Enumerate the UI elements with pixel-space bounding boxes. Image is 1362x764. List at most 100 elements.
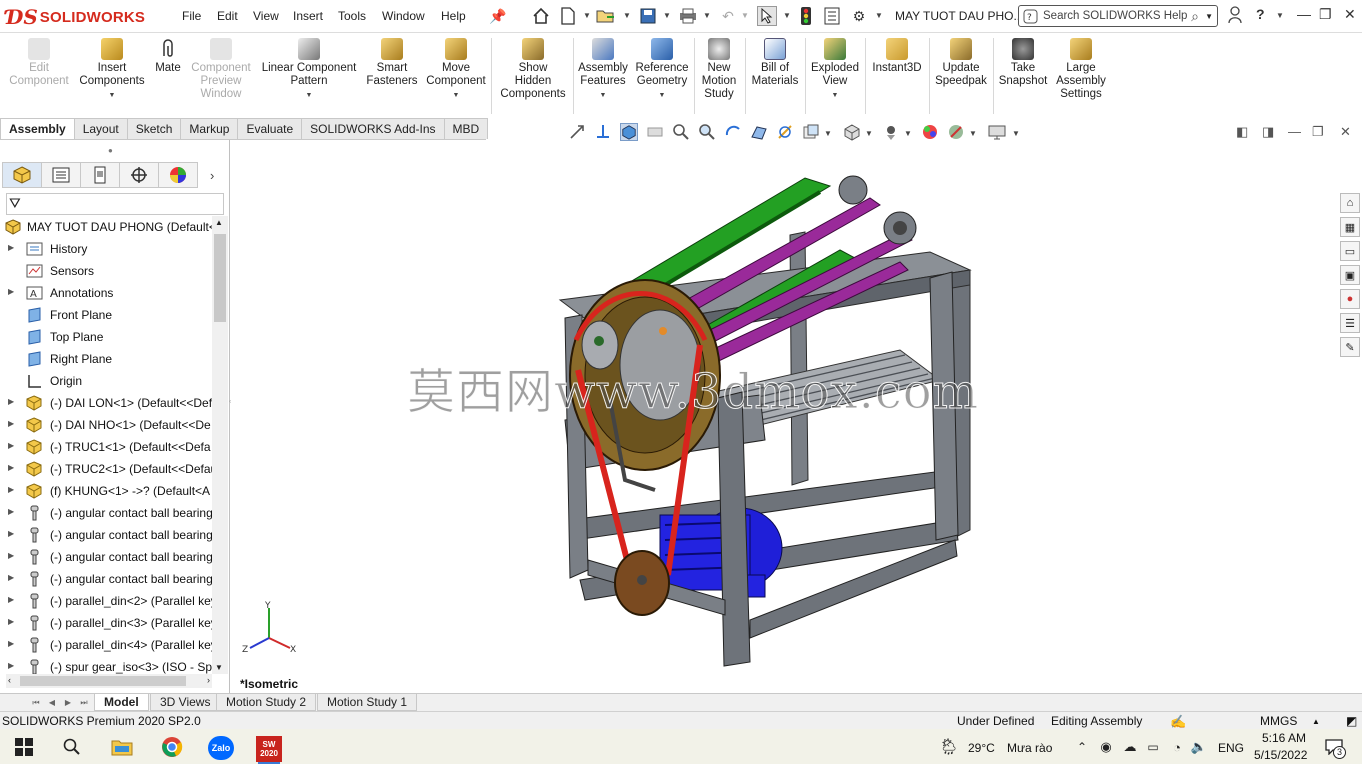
open-dropdown-icon[interactable]: ▼ [623,11,631,20]
tree-item[interactable]: ▶ (-) TRUC1<1> (Default<<Defa [0,436,212,458]
minimize-window-icon[interactable]: — [1297,6,1311,22]
menu-help[interactable]: Help [441,9,466,23]
next-tab-icon[interactable]: ▶ [60,695,76,710]
menu-view[interactable]: View [253,9,279,23]
exploded-view-dropdown-icon[interactable]: ▼ [808,89,862,102]
tab-layout[interactable]: Layout [73,118,128,139]
tree-item[interactable]: Right Plane [0,348,212,370]
previous-view-icon[interactable] [594,123,612,141]
lights-cameras-icon[interactable] [882,123,900,141]
viewport-minimize-icon[interactable]: — [1288,124,1301,139]
last-tab-icon[interactable]: ⏭ [76,695,92,710]
edit-appearance-icon[interactable] [802,123,820,141]
dimxpertmanager-tab-icon[interactable] [119,162,159,188]
battery-icon[interactable]: ▭ [1141,736,1165,758]
onedrive-cloud-icon[interactable]: ☁ [1118,736,1142,758]
scroll-down-icon[interactable]: ▼ [215,663,223,672]
tree-item[interactable]: ▶ (-) angular contact ball bearing [0,546,212,568]
expand-arrow-icon[interactable]: ▶ [8,507,14,516]
user-account-icon[interactable] [1228,6,1242,27]
viewport-close-icon[interactable]: ✕ [1340,124,1351,140]
tree-hscroll-thumb[interactable] [20,676,186,686]
tab-3d-views[interactable]: 3D Views [150,694,221,711]
tree-item[interactable]: ▶ (-) angular contact ball bearing [0,524,212,546]
tree-item[interactable]: ▶ (-) angular contact ball bearing [0,568,212,590]
zoom-to-fit-icon[interactable] [620,123,638,141]
show-hidden-components-button[interactable]: Show Hidden Components [496,38,570,101]
expand-arrow-icon[interactable]: ▶ [8,529,14,538]
expand-arrow-icon[interactable]: ▶ [8,397,14,406]
tab-motion-study-2[interactable]: Motion Study 2 [216,694,317,711]
first-tab-icon[interactable]: ⏮ [28,695,44,710]
tab-assembly[interactable]: Assembly [0,118,75,139]
unit-system-dropdown-icon[interactable]: ▲ [1312,717,1320,726]
tab-sketch[interactable]: Sketch [126,118,182,139]
pin-icon[interactable]: 📌 [488,6,508,26]
zoom-in-out-icon[interactable] [698,123,716,141]
tree-vertical-scrollbar[interactable]: ▲ ▼ [212,216,228,674]
taskbar-search-icon[interactable] [60,736,84,758]
view-cube-dropdown-icon[interactable]: ▼ [865,129,873,138]
expand-arrow-icon[interactable]: ▶ [8,287,14,296]
view-cube-icon[interactable] [843,123,861,141]
custom-properties-icon[interactable]: ☰ [1340,313,1360,333]
tree-scroll-thumb[interactable] [214,234,226,322]
tree-item[interactable]: ▶ (-) parallel_din<3> (Parallel key [0,612,212,634]
menu-file[interactable]: File [182,9,201,23]
solidworks-logo[interactable]: ƊS SOLIDWORKS [6,3,156,31]
wifi-icon[interactable]: ◔ [1165,736,1189,758]
linear-pattern-dropdown-icon[interactable]: ▼ [258,89,360,102]
file-properties-icon[interactable] [822,6,842,26]
volume-icon[interactable]: 🔈 [1187,736,1211,758]
tree-item[interactable]: ▶ (-) DAI NHO<1> (Default<<De [0,414,212,436]
new-motion-study-button[interactable]: New Motion Study [697,38,741,101]
instant3d-button[interactable]: Instant3D [868,38,926,75]
menu-edit[interactable]: Edit [217,9,238,23]
move-component-dropdown-icon[interactable]: ▼ [424,89,488,102]
menu-tools[interactable]: Tools [338,9,366,23]
viewport-restore-icon[interactable]: ❐ [1312,124,1324,140]
show-hidden-icons-chevron-icon[interactable]: ⌃ [1070,736,1094,758]
appearances-scenes-icon[interactable]: ● [1340,289,1360,309]
tree-item[interactable]: ▶ (f) KHUNG<1> ->? (Default<A [0,480,212,502]
panel-grip-icon[interactable]: ● [108,146,113,155]
rebuild-traffic-light-icon[interactable] [796,6,816,26]
search-scope-icon[interactable]: ? [1023,9,1038,24]
realview-dropdown-icon[interactable]: ▼ [969,129,977,138]
lights-dropdown-icon[interactable]: ▼ [904,129,912,138]
tree-item[interactable]: ▶ A Annotations [0,282,212,304]
scroll-left-icon[interactable]: ‹ [8,675,11,685]
quick-tips-icon[interactable]: ◩ [1346,714,1357,728]
clock-time[interactable]: 5:16 AM [1256,731,1306,745]
assembly-features-button[interactable]: Assembly Features ▼ [575,38,631,102]
save-icon[interactable] [638,6,658,26]
appearance-dropdown-icon[interactable]: ▼ [824,129,832,138]
mate-button[interactable]: Mate [150,38,186,75]
display-dropdown-icon[interactable]: ▼ [1012,129,1020,138]
tab-motion-study-1[interactable]: Motion Study 1 [317,694,418,711]
insert-components-button[interactable]: Insert Components ▼ [76,38,148,102]
hide-show-items-icon[interactable] [776,123,794,141]
move-component-button[interactable]: Move Component ▼ [424,38,488,102]
rebuild-status-icon[interactable]: ✍ [1170,714,1186,730]
displaymanager-tab-icon[interactable] [158,162,198,188]
open-folder-icon[interactable] [596,6,616,26]
options-gear-icon[interactable]: ⚙ [849,6,869,26]
reference-geometry-button[interactable]: Reference Geometry ▼ [632,38,692,102]
expand-arrow-icon[interactable]: ▶ [8,243,14,252]
reference-geometry-dropdown-icon[interactable]: ▼ [632,89,692,102]
propertymanager-tab-icon[interactable] [41,162,81,188]
select-dropdown-icon[interactable]: ▼ [783,11,791,20]
zoom-area-icon[interactable] [672,123,690,141]
unit-system[interactable]: MMGS [1260,714,1297,728]
expand-arrow-icon[interactable]: ▶ [8,617,14,626]
tree-item[interactable]: ▶ (-) angular contact ball bearing [0,502,212,524]
expand-arrow-icon[interactable]: ▶ [8,639,14,648]
configurationmanager-tab-icon[interactable] [80,162,120,188]
linear-component-pattern-button[interactable]: Linear Component Pattern ▼ [258,38,360,102]
rotate-view-icon[interactable] [724,123,742,141]
tree-item[interactable]: ▶ (-) parallel_din<2> (Parallel key [0,590,212,612]
tree-item[interactable]: ▶ (-) DAI LON<1> (Default<<Def [0,392,212,414]
scroll-up-icon[interactable]: ▲ [215,218,223,227]
tree-item[interactable]: ▶ (-) TRUC2<1> (Default<<Defau [0,458,212,480]
